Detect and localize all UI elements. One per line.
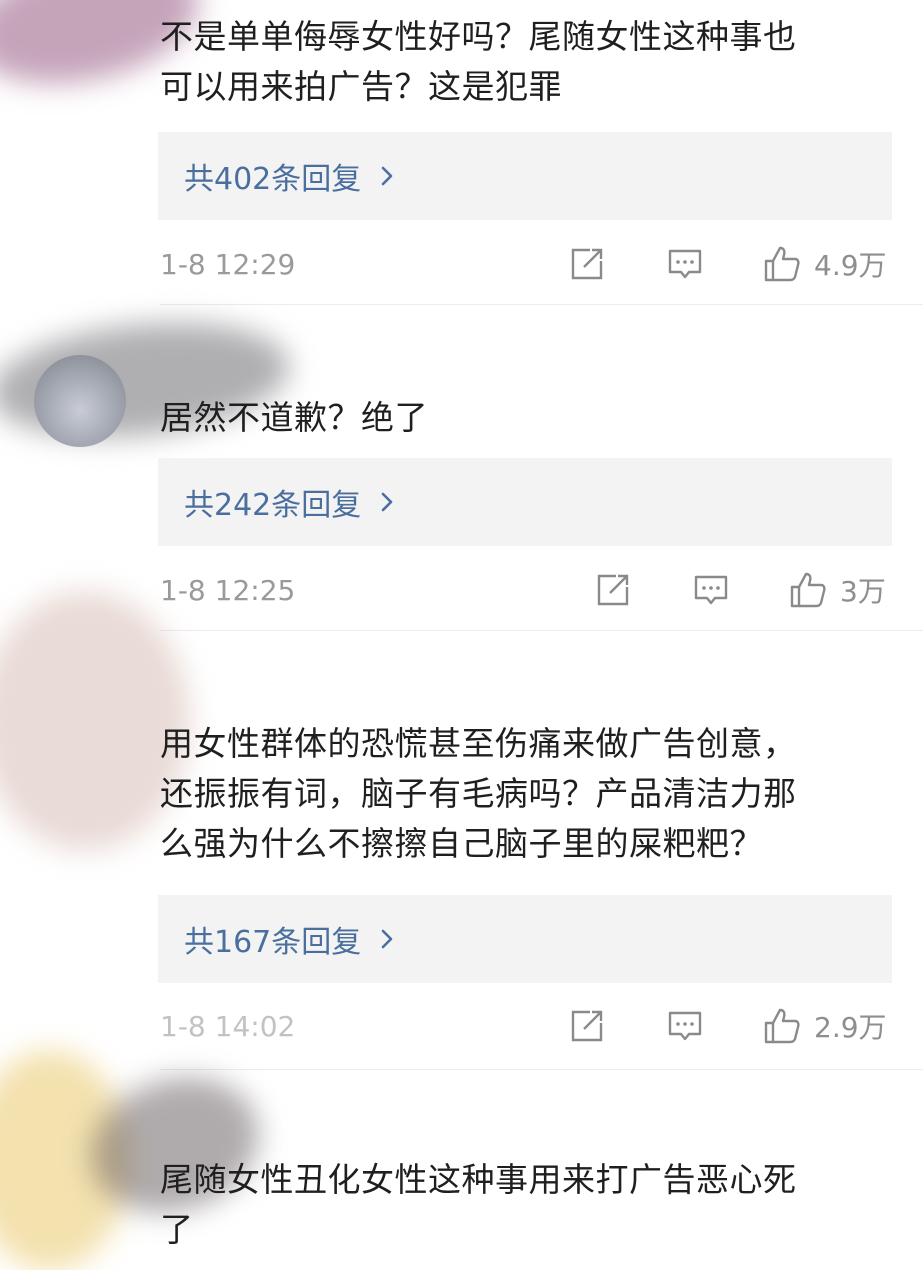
comment-text: 不是单单侮辱女性好吗？尾随女性这种事也 可以用来拍广告？这是犯罪: [160, 17, 797, 106]
comment-timestamp: 1-8 14:02: [160, 1010, 296, 1043]
share-icon: [571, 1010, 603, 1042]
comment-meta: 1-8 12:29 4.9万: [160, 244, 890, 284]
thumbs-up-icon: [790, 572, 826, 608]
comment-text: 用女性群体的恐慌甚至伤痛来做广告创意， 还振振有词，脑子有毛病吗？产品清洁力那 …: [160, 724, 797, 863]
chevron-right-icon: [375, 164, 399, 188]
share-icon: [571, 248, 603, 280]
view-replies-button[interactable]: 共242条回复: [158, 458, 892, 546]
view-replies-button[interactable]: 共167条回复: [158, 895, 892, 983]
comment-text: 尾随女性丑化女性这种事用来打广告恶心死 了: [160, 1160, 797, 1249]
comment-meta: 1-8 14:02 2.9万: [160, 1006, 890, 1046]
thumbs-up-icon: [764, 246, 800, 282]
view-replies-button[interactable]: 共402条回复: [158, 132, 892, 220]
like-count: 3万: [840, 575, 886, 608]
comment-meta: 1-8 12:25 3万: [160, 570, 890, 610]
share-icon: [597, 574, 629, 606]
comment-icon: [668, 1011, 702, 1041]
comment-item: 不是单单侮辱女性好吗？尾随女性这种事也 可以用来拍广告？这是犯罪 共402条回复…: [0, 0, 923, 305]
comment-button[interactable]: [666, 1006, 704, 1046]
comment-timestamp: 1-8 12:25: [160, 574, 296, 607]
comment-timestamp: 1-8 12:29: [160, 248, 296, 281]
share-button[interactable]: [568, 1006, 606, 1046]
chevron-right-icon: [375, 927, 399, 951]
comment-item: 用女性群体的恐慌甚至伤痛来做广告创意， 还振振有词，脑子有毛病吗？产品清洁力那 …: [0, 591, 923, 1071]
replies-count-label: 共167条回复: [184, 925, 362, 960]
comment-button[interactable]: [692, 570, 730, 610]
like-count: 2.9万: [814, 1011, 887, 1044]
replies-count-label: 共402条回复: [184, 162, 362, 197]
thumbs-up-icon: [764, 1008, 800, 1044]
like-button[interactable]: 3万: [788, 570, 886, 610]
comment-text: 居然不道歉？绝了: [160, 398, 428, 437]
like-count: 4.9万: [814, 249, 887, 282]
avatar[interactable]: [34, 355, 126, 447]
share-button[interactable]: [594, 570, 632, 610]
replies-count-label: 共242条回复: [184, 488, 362, 523]
like-button[interactable]: 4.9万: [762, 244, 887, 284]
like-button[interactable]: 2.9万: [762, 1006, 887, 1046]
comment-icon: [694, 575, 728, 605]
comment-icon: [668, 249, 702, 279]
share-button[interactable]: [568, 244, 606, 284]
comment-button[interactable]: [666, 244, 704, 284]
chevron-right-icon: [375, 490, 399, 514]
comment-item: 尾随女性丑化女性这种事用来打广告恶心死 了: [0, 1050, 923, 1270]
comment-item: 居然不道歉？绝了 共242条回复 1-8 12:25 3万: [0, 305, 923, 631]
